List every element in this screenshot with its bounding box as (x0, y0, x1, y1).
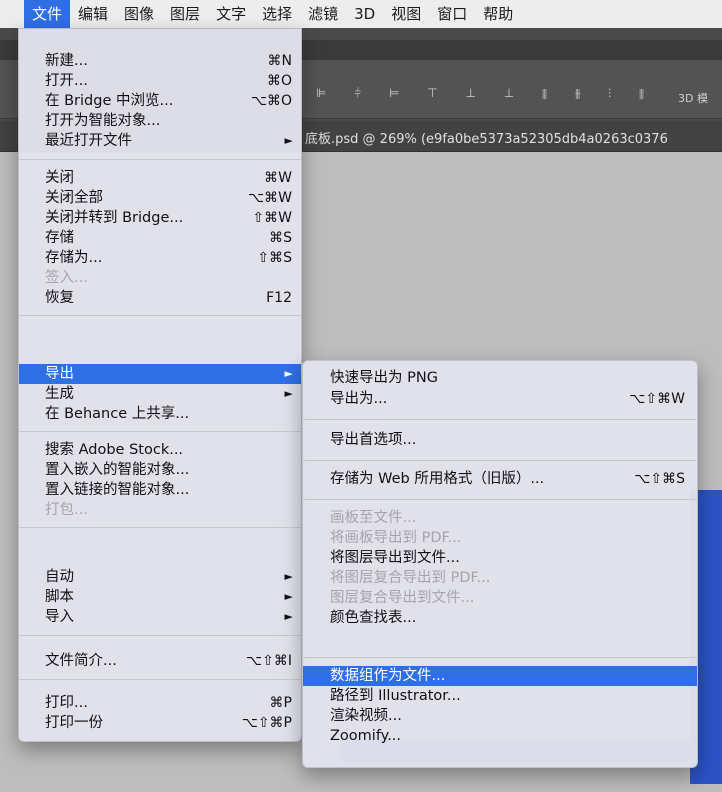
menu-item-check-in: 签入... (45, 270, 88, 286)
menu-item-print[interactable]: 打印... ⌘P (19, 693, 301, 713)
menu-item-browse-bridge[interactable]: 在 Bridge 中浏览... ⌥⌘O (19, 91, 301, 111)
separator (303, 419, 697, 420)
submenu-arrow-icon: ► (284, 610, 293, 623)
menu-item-close[interactable]: 关闭 ⌘W (19, 168, 301, 188)
menu-view[interactable]: 视图 (383, 0, 429, 28)
separator (19, 315, 301, 316)
menu-type[interactable]: 文字 (208, 0, 254, 28)
menu-item-artboards-to-files: 画板至文件... (330, 510, 417, 526)
submenu-arrow-icon: ► (284, 367, 293, 380)
menu-item-render-video[interactable]: 渲染视频... (303, 706, 697, 726)
menu-layer[interactable]: 图层 (162, 0, 208, 28)
menu-item-export-preferences[interactable]: 导出首选项... (303, 430, 697, 450)
separator (303, 657, 697, 658)
file-menu: 新建... ⌘N 打开... ⌘O 在 Bridge 中浏览... ⌥⌘O 打开为智能… (18, 28, 302, 742)
submenu-arrow-icon: ► (284, 590, 293, 603)
menu-item-quick-export-png[interactable]: 快速导出为 PNG (303, 368, 697, 388)
menu-item-place-embedded[interactable]: 置入嵌入的智能对象... (19, 460, 301, 480)
menu-item-layer-comps-to-pdf: 将图层复合导出到 PDF... (330, 570, 491, 586)
menu-item-automate[interactable]: 自动 ► (19, 567, 301, 587)
menu-edit[interactable]: 编辑 (70, 0, 116, 28)
menu-item-save-as[interactable]: 存储为... ⇧⌘S (19, 248, 301, 268)
mode-3d-label[interactable]: 3D 模 (678, 90, 708, 106)
menu-item-share-behance[interactable]: 在 Behance 上共享... (19, 404, 301, 424)
menu-item-revert[interactable]: 恢复 F12 (19, 288, 301, 308)
separator (19, 527, 301, 528)
menu-item-file-info[interactable]: 文件简介... ⌥⇧⌘I (19, 651, 301, 671)
menu-item-paths-to-illustrator[interactable]: 路径到 Illustrator... (303, 686, 697, 706)
menu-item-search-stock[interactable]: 搜索 Adobe Stock... (19, 440, 301, 460)
menu-item-artboards-to-pdf: 将画板导出到 PDF... (330, 530, 462, 546)
menu-item-color-lookup-tables[interactable]: 颜色查找表... (303, 608, 697, 628)
separator (303, 460, 697, 461)
submenu-arrow-icon: ► (284, 387, 293, 400)
menu-item-scripts[interactable]: 脚本 ► (19, 587, 301, 607)
separator (19, 159, 301, 160)
menu-item-recent[interactable]: 最近打开文件 ► (19, 131, 301, 151)
menu-item-close-all[interactable]: 关闭全部 ⌥⌘W (19, 188, 301, 208)
menu-item-data-sets-as-files[interactable]: 数据组作为文件... (303, 666, 697, 686)
separator (19, 431, 301, 432)
menu-item-place-linked[interactable]: 置入链接的智能对象... (19, 480, 301, 500)
export-submenu: 快速导出为 PNG 导出为... ⌥⇧⌘W 导出首选项... 存储为 Web 所用… (302, 360, 698, 768)
menu-item-export-as[interactable]: 导出为... ⌥⇧⌘W (303, 389, 697, 409)
menu-item-generate[interactable]: 生成 ► (19, 384, 301, 404)
separator (19, 635, 301, 636)
menu-item-package: 打包... (45, 502, 88, 518)
submenu-arrow-icon: ► (284, 570, 293, 583)
menu-item-print-one[interactable]: 打印一份 ⌥⇧⌘P (19, 713, 301, 733)
menu-item-layers-to-files[interactable]: 将图层导出到文件... (303, 548, 697, 568)
menu-bar: 文件 编辑 图像 图层 文字 选择 滤镜 3D 视图 窗口 帮助 (0, 0, 722, 29)
menu-item-close-go-bridge[interactable]: 关闭并转到 Bridge... ⇧⌘W (19, 208, 301, 228)
menu-filter[interactable]: 滤镜 (300, 0, 346, 28)
menu-item-open-smart-object[interactable]: 打开为智能对象... (19, 111, 301, 131)
separator (19, 679, 301, 680)
menu-item-zoomify[interactable]: Zoomify... (303, 726, 697, 746)
menu-item-open[interactable]: 打开... ⌘O (19, 71, 301, 91)
align-icons[interactable]: ⊫ ⫩ ⊨ ⊤ ⊥ ⊥ ⫴ ⫵ ⫶ ⫴ (316, 86, 656, 101)
menu-select[interactable]: 选择 (254, 0, 300, 28)
menu-item-layer-comps-to-files: 图层复合导出到文件... (330, 590, 475, 606)
document-tab-title: 底板.psd @ 269% (e9fa0be5373a52305db4a0263… (305, 132, 668, 147)
menu-item-export[interactable]: 导出 ► (19, 364, 301, 384)
menu-item-save[interactable]: 存储 ⌘S (19, 228, 301, 248)
menu-item-import[interactable]: 导入 ► (19, 607, 301, 627)
menu-3d[interactable]: 3D (346, 0, 383, 28)
menu-help[interactable]: 帮助 (475, 0, 521, 28)
menu-image[interactable]: 图像 (116, 0, 162, 28)
menu-file[interactable]: 文件 (24, 0, 71, 28)
menu-item-new[interactable]: 新建... ⌘N (19, 51, 301, 71)
separator (303, 499, 697, 500)
menu-item-save-for-web[interactable]: 存储为 Web 所用格式（旧版）... ⌥⇧⌘S (303, 469, 697, 489)
submenu-arrow-icon: ► (284, 134, 293, 147)
menu-window[interactable]: 窗口 (429, 0, 475, 28)
